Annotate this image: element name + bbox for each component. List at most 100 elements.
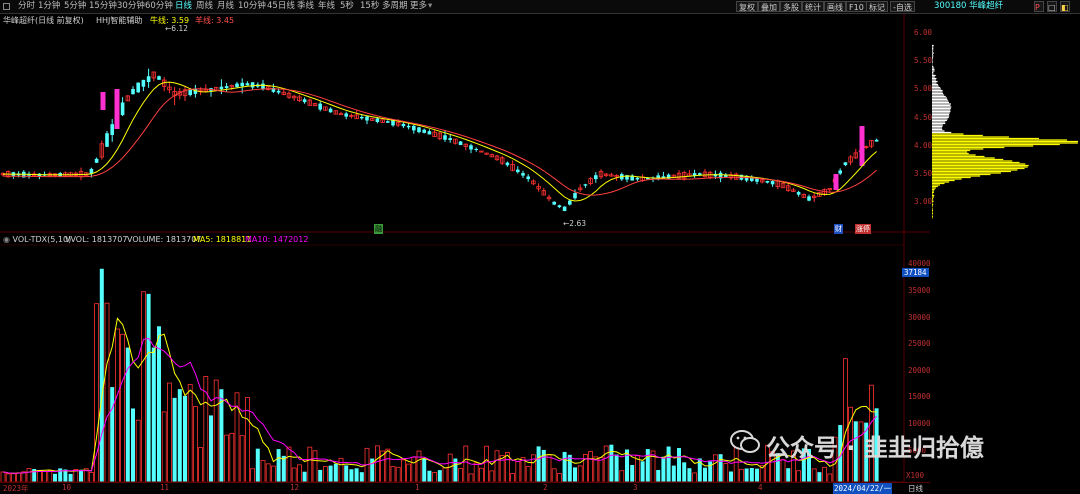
period-tab-fenshi[interactable]: 分时 xyxy=(18,1,35,12)
period-tab-15min[interactable]: 15分钟 xyxy=(89,1,117,12)
settings-icon[interactable]: ◧ xyxy=(1060,1,1070,12)
volume-bar xyxy=(318,469,323,482)
volume-bar xyxy=(437,470,442,482)
volume-bar xyxy=(442,467,448,483)
date-axis: 2023年 10 11 12 1 2 3 4 2024/04/22/一 日线 xyxy=(0,482,930,494)
volume-bar xyxy=(682,462,687,482)
volume-bar xyxy=(588,451,593,483)
candle-body xyxy=(698,173,702,175)
volume-bar xyxy=(656,469,661,482)
pin-icon[interactable]: P xyxy=(1034,1,1044,12)
candle-body xyxy=(245,83,250,86)
candle-body xyxy=(261,83,265,90)
candle-body xyxy=(391,120,395,126)
candle-body xyxy=(157,76,161,80)
volume-bar xyxy=(166,382,172,483)
candle-body xyxy=(417,127,421,133)
volume-bar xyxy=(687,468,692,482)
volume-bar xyxy=(567,454,572,482)
candle-body xyxy=(386,121,390,123)
highlight-candle xyxy=(859,126,865,166)
kline-chart[interactable] xyxy=(0,14,930,492)
volume-bar xyxy=(131,408,135,482)
candle-body xyxy=(521,173,525,176)
multi-stock-button[interactable]: 多股 xyxy=(780,1,802,12)
vol-tick: 40000 xyxy=(908,259,931,268)
add-watchlist-button[interactable]: -自选 xyxy=(890,1,915,12)
volume-bar xyxy=(811,468,817,483)
volume-bar xyxy=(307,446,313,483)
volume-bar xyxy=(296,464,302,483)
volume-bar xyxy=(739,468,744,483)
volume-bar xyxy=(406,463,412,483)
date-tick: 4 xyxy=(758,483,763,492)
period-tab-15sec[interactable]: 15秒 xyxy=(360,1,379,12)
period-tab-10min[interactable]: 10分钟 xyxy=(238,1,266,12)
period-tab-monthly[interactable]: 月线 xyxy=(217,1,234,12)
volume-bar xyxy=(473,462,479,483)
volume-bar xyxy=(192,406,198,483)
candle-body xyxy=(807,196,811,201)
period-tab-5min[interactable]: 5分钟 xyxy=(64,1,86,12)
overlay-button[interactable]: 叠加 xyxy=(758,1,780,12)
mark-button[interactable]: 标记 xyxy=(866,1,888,12)
period-tab-45day[interactable]: 45日线 xyxy=(267,1,295,12)
volume-bar xyxy=(536,446,541,482)
volume-bar xyxy=(99,268,104,482)
volume-bar xyxy=(520,457,526,483)
vol-tick: 10000 xyxy=(908,419,931,428)
date-tick: 2023年 xyxy=(3,484,29,493)
rong-marker[interactable]: 融 xyxy=(374,224,383,234)
limit-up-marker[interactable]: 涨停 xyxy=(855,224,871,234)
period-tab-30min[interactable]: 30分钟 xyxy=(117,1,145,12)
period-tab-quarter[interactable]: 季线 xyxy=(297,1,314,12)
more-chevron-icon[interactable]: ▾ xyxy=(428,1,432,12)
candle-body xyxy=(235,83,239,88)
volume-bar xyxy=(42,471,47,483)
volume-bar xyxy=(484,445,490,483)
volume-bar xyxy=(447,453,453,483)
vol-tick: 35000 xyxy=(908,286,931,295)
stats-button[interactable]: 统计 xyxy=(802,1,824,12)
vol-tick: 25000 xyxy=(908,339,931,348)
volume-bar xyxy=(640,461,645,482)
volume-bar xyxy=(573,467,577,482)
candle-body xyxy=(448,138,452,141)
finance-marker[interactable]: 财 xyxy=(834,224,843,234)
candle-body xyxy=(573,193,577,199)
window-icon[interactable]: □ xyxy=(1047,1,1057,12)
volume-bar xyxy=(630,464,635,482)
toolbar-checkbox[interactable] xyxy=(3,3,10,10)
date-tick: 3 xyxy=(633,483,638,492)
volume-bar xyxy=(427,470,432,482)
volume-bar xyxy=(723,463,729,483)
f10-button[interactable]: F10 xyxy=(846,1,867,12)
fuquan-button[interactable]: 复权 xyxy=(736,1,758,12)
period-tab-weekly[interactable]: 周线 xyxy=(196,1,213,12)
candle-body xyxy=(110,124,114,135)
volume-bar xyxy=(577,465,583,483)
volume-bar xyxy=(349,469,354,482)
candle-body xyxy=(427,131,432,135)
highlight-candle xyxy=(114,89,120,129)
period-tab-more[interactable]: 更多 xyxy=(410,1,427,12)
vol-indicator-name: ◉ VOL-TDX(5,10) xyxy=(3,235,72,244)
candle-body xyxy=(796,191,801,195)
volume-bar xyxy=(322,466,328,483)
period-tab-60min[interactable]: 60分钟 xyxy=(145,1,173,12)
candle-body xyxy=(406,125,411,128)
volume-bar xyxy=(400,459,406,483)
volume-bar xyxy=(510,473,516,483)
volume-bar xyxy=(494,450,500,483)
volume-bar xyxy=(213,379,219,483)
candle-body xyxy=(240,82,244,87)
draw-line-button[interactable]: 画线 xyxy=(824,1,846,12)
period-tab-daily[interactable]: 日线 xyxy=(175,1,192,12)
volume-bar xyxy=(229,432,235,483)
volume-bar xyxy=(729,471,733,482)
period-tab-5sec[interactable]: 5秒 xyxy=(340,1,354,12)
period-tab-yearly[interactable]: 年线 xyxy=(318,1,335,12)
period-tab-multi[interactable]: 多周期 xyxy=(382,1,408,12)
period-tab-1min[interactable]: 1分钟 xyxy=(38,1,60,12)
candle-body xyxy=(105,133,109,147)
